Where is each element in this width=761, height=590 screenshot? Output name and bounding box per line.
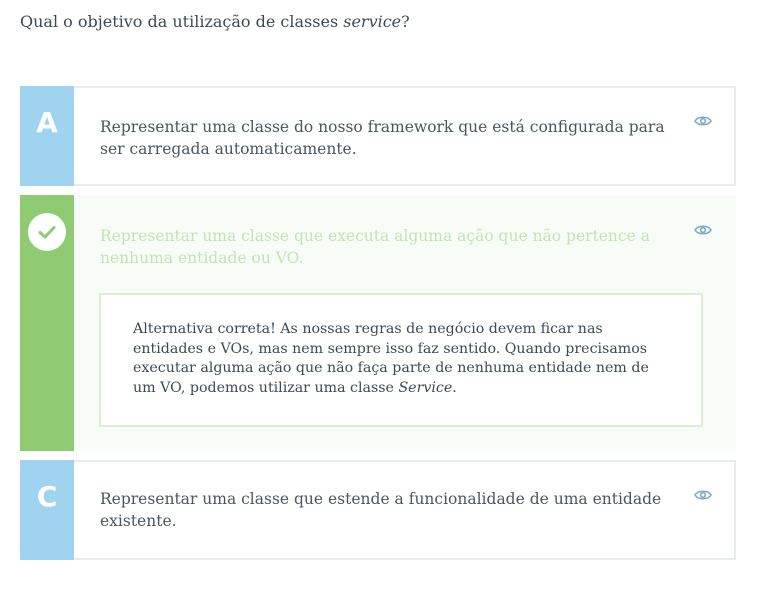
explanation-text: Alternativa correta! As nossas regras de… [133, 321, 649, 396]
alternative-b-correct[interactable]: Representar uma classe que executa algum… [20, 195, 736, 451]
explanation-emphasis: Service [398, 379, 453, 396]
explanation-box: Alternativa correta! As nossas regras de… [99, 293, 703, 427]
alternative-c[interactable]: C Representar uma classe que estende a f… [20, 460, 736, 560]
alternative-text: Representar uma classe do nosso framewor… [100, 118, 665, 158]
question-title: Qual o objetivo da utilização de classes… [20, 12, 410, 31]
alternative-status [20, 195, 74, 451]
eye-icon[interactable] [694, 489, 712, 501]
alternative-a[interactable]: A Representar uma classe do nosso framew… [20, 86, 736, 186]
alternative-text: Representar uma classe que estende a fun… [100, 490, 662, 530]
question-emphasis: service [343, 12, 402, 31]
alternative-text: Representar uma classe que executa algum… [100, 227, 650, 267]
eye-icon[interactable] [694, 115, 712, 127]
alternative-letter: C [20, 460, 74, 560]
question-suffix: ? [401, 12, 410, 31]
check-icon [28, 213, 66, 251]
eye-icon[interactable] [694, 224, 712, 236]
explanation-suffix: . [452, 379, 457, 396]
alternative-letter: A [20, 86, 74, 186]
question-text: Qual o objetivo da utilização de classes [20, 12, 344, 31]
